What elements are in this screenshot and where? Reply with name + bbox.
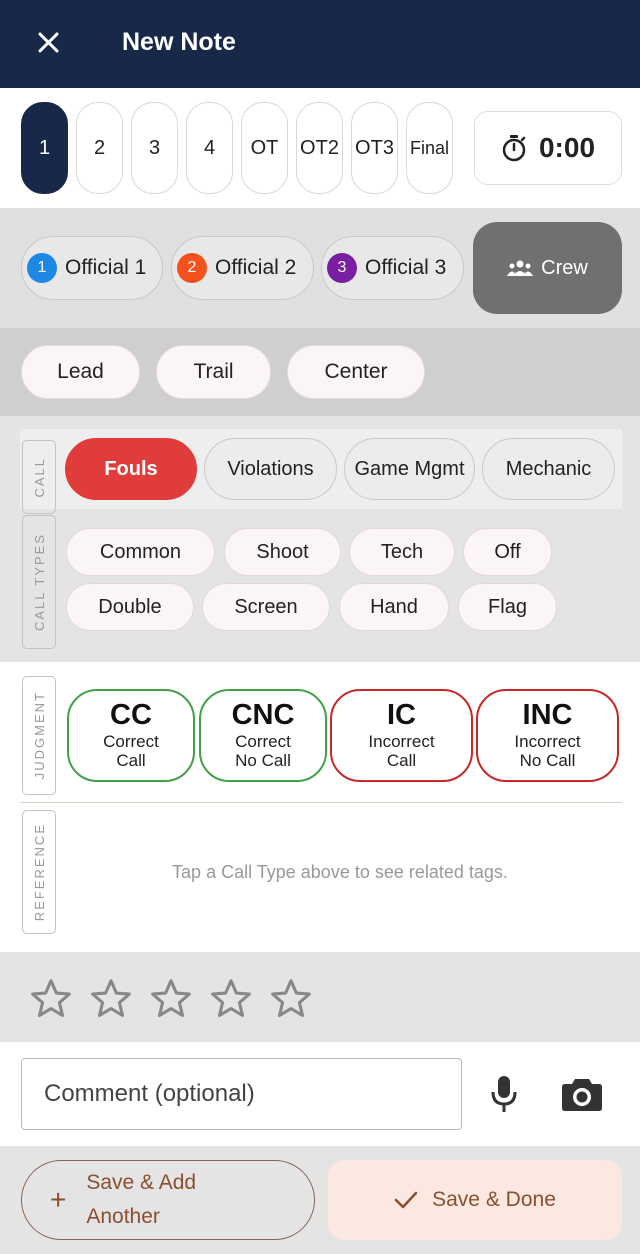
judgment-section: JUDGMENT CC Correct Call CNC Correct No … <box>0 662 640 952</box>
camera-icon[interactable] <box>560 1072 604 1116</box>
call-fouls-button[interactable]: Fouls <box>65 438 197 500</box>
officials-selector: 1 Official 1 2 Official 2 3 Official 3 C… <box>0 208 640 328</box>
judgment-ic-button[interactable]: IC Incorrect Call <box>330 689 473 782</box>
period-4-button[interactable]: 4 <box>186 102 233 194</box>
calls-section: CALL Fouls Violations Game Mgmt Mechanic… <box>0 416 640 662</box>
save-done-button[interactable]: Save & Done <box>328 1160 622 1240</box>
official-3-button[interactable]: 3 Official 3 <box>321 236 464 300</box>
judgment-cc-line2: Call <box>116 750 146 770</box>
comment-input[interactable]: Comment (optional) <box>21 1058 462 1130</box>
call-violations-button[interactable]: Violations <box>204 438 337 500</box>
rating-stars <box>0 960 640 1042</box>
comment-bar: Comment (optional) <box>0 1042 640 1146</box>
judgment-inc-button[interactable]: INC Incorrect No Call <box>476 689 619 782</box>
judgment-ic-line2: Call <box>386 750 417 770</box>
reference-label: REFERENCE <box>22 810 56 934</box>
period-1-button[interactable]: 1 <box>21 102 68 194</box>
call-type-shoot-button[interactable]: Shoot <box>224 528 341 576</box>
save-done-label: Save & Done <box>432 1188 556 1211</box>
game-timer[interactable]: 0:00 <box>474 111 622 185</box>
app-header: New Note <box>0 0 640 88</box>
position-lead-button[interactable]: Lead <box>21 345 140 399</box>
period-ot-button[interactable]: OT <box>241 102 288 194</box>
star-4-icon[interactable] <box>208 976 254 1022</box>
judgment-label: JUDGMENT <box>22 676 56 795</box>
judgment-cc-button[interactable]: CC Correct Call <box>67 689 195 782</box>
check-icon <box>394 1191 418 1209</box>
judgment-cc-code: CC <box>110 698 152 731</box>
position-selector: Lead Trail Center <box>0 328 640 416</box>
judgment-inc-line2: No Call <box>519 750 576 770</box>
official-3-label: Official 3 <box>365 256 447 279</box>
period-selector: 1 2 3 4 OT OT2 OT3 Final 0:00 <box>0 88 640 208</box>
call-type-tech-button[interactable]: Tech <box>349 528 455 576</box>
call-types-label: CALL TYPES <box>22 515 56 649</box>
judgment-ic-line1: Incorrect <box>368 731 435 751</box>
plus-icon: + <box>50 1184 67 1215</box>
call-type-screen-button[interactable]: Screen <box>202 583 330 631</box>
footer-actions: + Save & Add Another Save & Done <box>0 1146 640 1254</box>
official-2-label: Official 2 <box>215 256 297 279</box>
official-1-badge: 1 <box>27 253 57 283</box>
save-add-line2: Another <box>86 1205 160 1228</box>
period-2-button[interactable]: 2 <box>76 102 123 194</box>
save-add-another-button[interactable]: + Save & Add Another <box>21 1160 315 1240</box>
group-icon <box>507 260 534 276</box>
star-3-icon[interactable] <box>148 976 194 1022</box>
position-center-button[interactable]: Center <box>287 345 425 399</box>
crew-label: Crew <box>541 256 588 279</box>
star-1-icon[interactable] <box>28 976 74 1022</box>
period-3-button[interactable]: 3 <box>131 102 178 194</box>
call-section-label: CALL <box>22 440 56 514</box>
official-3-badge: 3 <box>327 253 357 283</box>
mic-icon[interactable] <box>484 1070 524 1118</box>
judgment-cnc-line2: No Call <box>235 750 291 770</box>
call-type-double-button[interactable]: Double <box>66 583 194 631</box>
judgment-ic-code: IC <box>387 698 416 731</box>
official-1-label: Official 1 <box>65 256 147 279</box>
stopwatch-icon <box>502 135 526 162</box>
page-title: New Note <box>122 28 236 56</box>
reference-hint: Tap a Call Type above to see related tag… <box>172 862 508 882</box>
judgment-inc-line1: Incorrect <box>514 731 581 751</box>
period-ot2-button[interactable]: OT2 <box>296 102 343 194</box>
period-final-button[interactable]: Final <box>406 102 453 194</box>
call-type-flag-button[interactable]: Flag <box>458 583 557 631</box>
judgment-cnc-button[interactable]: CNC Correct No Call <box>199 689 327 782</box>
judgment-cc-line1: Correct <box>103 731 159 751</box>
timer-value: 0:00 <box>538 132 596 163</box>
official-1-button[interactable]: 1 Official 1 <box>21 236 163 300</box>
period-ot3-button[interactable]: OT3 <box>351 102 398 194</box>
call-game-mgmt-button[interactable]: Game Mgmt <box>344 438 475 500</box>
star-5-icon[interactable] <box>268 976 314 1022</box>
official-2-badge: 2 <box>177 253 207 283</box>
call-mechanic-button[interactable]: Mechanic <box>482 438 615 500</box>
star-2-icon[interactable] <box>88 976 134 1022</box>
call-type-off-button[interactable]: Off <box>463 528 552 576</box>
close-icon[interactable] <box>28 22 68 62</box>
judgment-cnc-line1: Correct <box>235 731 291 751</box>
call-type-common-button[interactable]: Common <box>66 528 215 576</box>
section-divider <box>20 802 622 803</box>
call-type-hand-button[interactable]: Hand <box>339 583 449 631</box>
save-add-line1: Save & Add <box>86 1171 197 1195</box>
position-trail-button[interactable]: Trail <box>156 345 271 399</box>
official-2-button[interactable]: 2 Official 2 <box>171 236 314 300</box>
crew-button[interactable]: Crew <box>473 222 622 314</box>
judgment-inc-code: INC <box>522 698 573 731</box>
judgment-cnc-code: CNC <box>231 698 295 731</box>
